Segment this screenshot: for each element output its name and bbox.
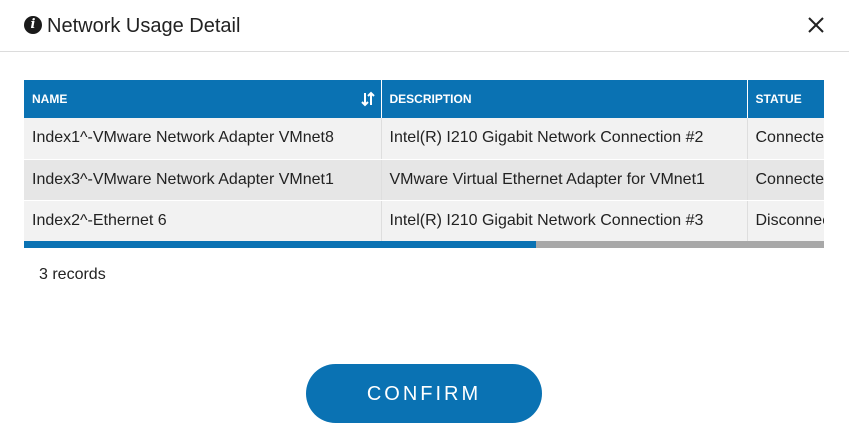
cell-name: Index3^-VMware Network Adapter VMnet1 bbox=[24, 159, 382, 201]
table-header-row: NAME DESCRIPTION STATUE bbox=[24, 80, 824, 118]
table-row[interactable]: Index2^-Ethernet 6 Intel(R) I210 Gigabit… bbox=[24, 200, 824, 242]
cell-description: Intel(R) I210 Gigabit Network Connection… bbox=[381, 118, 748, 160]
cell-status: Disconnected bbox=[747, 200, 824, 242]
info-icon: i bbox=[24, 16, 42, 34]
column-header-status[interactable]: STATUE bbox=[747, 80, 824, 118]
table-row[interactable]: Index1^-VMware Network Adapter VMnet8 In… bbox=[24, 118, 824, 160]
column-header-name[interactable]: NAME bbox=[24, 80, 382, 118]
cell-status: Connected bbox=[747, 159, 824, 201]
network-table: NAME DESCRIPTION STATUE Index1^-VMware N… bbox=[24, 80, 824, 242]
cell-name: Index1^-VMware Network Adapter VMnet8 bbox=[24, 118, 382, 160]
close-icon[interactable] bbox=[805, 14, 827, 36]
cell-description: VMware Virtual Ethernet Adapter for VMne… bbox=[381, 159, 748, 201]
cell-name: Index2^-Ethernet 6 bbox=[24, 200, 382, 242]
dialog-title: Network Usage Detail bbox=[47, 15, 241, 37]
horizontal-scrollbar[interactable] bbox=[24, 241, 824, 248]
sort-icon[interactable] bbox=[360, 91, 375, 107]
column-header-name-label: NAME bbox=[32, 92, 68, 106]
cell-description: Intel(R) I210 Gigabit Network Connection… bbox=[381, 200, 748, 242]
table-row[interactable]: Index3^-VMware Network Adapter VMnet1 VM… bbox=[24, 159, 824, 201]
network-usage-dialog: i Network Usage Detail NAME DESCRIPTION … bbox=[0, 0, 849, 437]
confirm-button[interactable]: CONFIRM bbox=[306, 364, 542, 423]
dialog-header: i Network Usage Detail bbox=[0, 0, 849, 52]
scrollbar-thumb[interactable] bbox=[24, 241, 536, 248]
column-header-description[interactable]: DESCRIPTION bbox=[381, 80, 748, 118]
cell-status: Connected bbox=[747, 118, 824, 160]
records-count: 3 records bbox=[39, 266, 106, 283]
network-table-container: NAME DESCRIPTION STATUE Index1^-VMware N… bbox=[24, 80, 824, 249]
